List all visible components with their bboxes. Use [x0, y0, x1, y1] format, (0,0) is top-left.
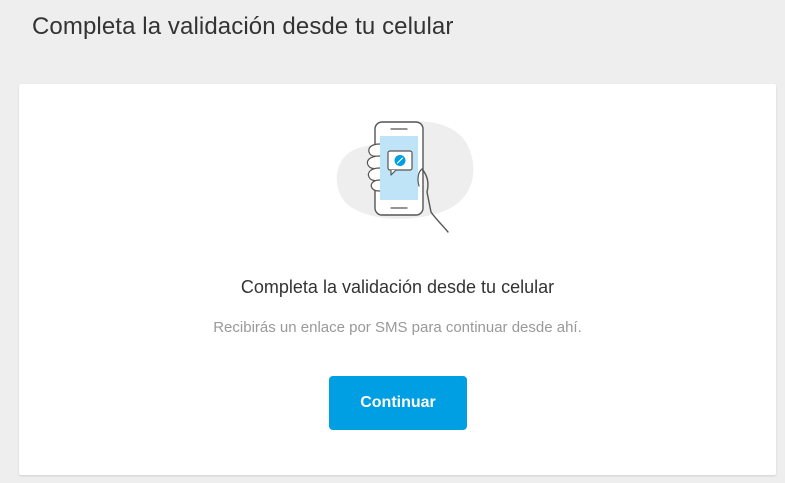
validation-card: Completa la validación desde tu celular … [19, 84, 776, 475]
card-subtitle: Recibirás un enlace por SMS para continu… [213, 319, 582, 336]
card-title: Completa la validación desde tu celular [240, 277, 555, 297]
page-title: Completa la validación desde tu celular [32, 13, 454, 40]
continue-button[interactable]: Continuar [329, 376, 467, 430]
phone-in-hand-with-message-icon [336, 121, 474, 233]
